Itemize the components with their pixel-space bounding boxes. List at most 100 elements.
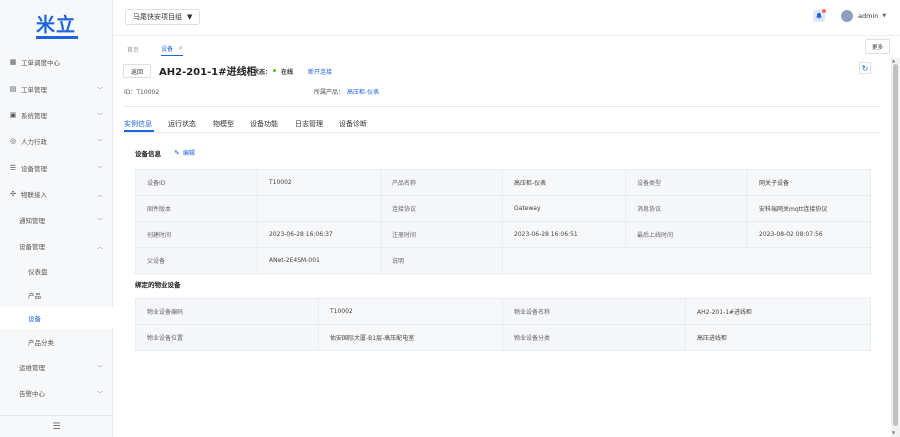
workorder-icon: ▤	[9, 85, 17, 93]
disconnect-link[interactable]: 断开连接	[308, 67, 332, 76]
scroll-up-icon[interactable]: ▲	[892, 58, 895, 63]
logo-text: 米立	[36, 14, 77, 36]
device-id-line: ID：T10002	[124, 89, 160, 96]
sidebar-item-system[interactable]: ▣ 系统管理 ﹀	[0, 104, 113, 126]
scrollbar-thumb[interactable]	[893, 64, 898, 426]
sidebar-item-ops[interactable]: 运维管理 ﹀	[0, 356, 113, 378]
dispatch-icon: ▦	[9, 58, 17, 66]
tab-home[interactable]: 首页	[127, 42, 139, 56]
page-tabs: 首页 设备 × 更多	[113, 36, 900, 58]
sidebar-item-label: 系统管理	[21, 112, 47, 120]
caret-down-icon: ▼	[187, 13, 193, 21]
user-menu[interactable]: admin ▼	[841, 10, 886, 22]
close-icon[interactable]: ×	[178, 45, 183, 52]
bound-devices-title: 绑定的物业设备	[135, 281, 181, 289]
sidebar-item-product-category[interactable]: 产品分类	[0, 331, 113, 353]
table-cell: Gateway	[502, 195, 626, 222]
notification-bell-icon[interactable]	[813, 9, 826, 22]
chevron-down-icon: ﹀	[96, 390, 103, 398]
sidebar-item-device[interactable]: 设备	[0, 307, 113, 329]
sidebar-item-device-mgmt[interactable]: ☰ 设备管理 ﹀	[0, 157, 113, 179]
table-cell: AH2-201-1#进线柜	[685, 298, 871, 325]
system-icon: ▣	[9, 111, 17, 119]
table-row: 固件版本 连接协议 Gateway 消息协议 安科瑞网关mqtt连接协议	[135, 195, 871, 222]
sidebar-item-label: 设备管理	[21, 165, 47, 173]
people-icon: ◎	[9, 137, 17, 145]
collapse-menu-icon[interactable]: ☰	[0, 415, 113, 437]
table-cell: ANet-2E4SM-001	[257, 247, 381, 274]
sidebar-item-notify[interactable]: 通知管理 ﹀	[0, 209, 113, 231]
tab-device-functions[interactable]: 设备功能	[250, 119, 278, 129]
table-cell	[502, 247, 871, 274]
edit-icon: ✎	[174, 148, 180, 157]
tab-running-status[interactable]: 运行状态	[168, 119, 196, 129]
table-cell: 最后上线时间	[625, 221, 748, 248]
tab-device[interactable]: 设备 ×	[161, 42, 184, 56]
logo-underline	[36, 36, 78, 39]
device-title: AH2-201-1#进线柜	[159, 67, 257, 78]
sidebar-item-label: 通知管理	[19, 217, 45, 225]
table-cell: 物业设备编码	[135, 298, 319, 325]
sidebar-item-product[interactable]: 产品	[0, 284, 113, 306]
chevron-down-icon: ﹀	[96, 165, 103, 173]
sidebar-item-iot[interactable]: ✣ 物联接入 ︿	[0, 183, 113, 205]
sidebar-item-label: 设备	[28, 315, 41, 323]
sidebar-item-workorder[interactable]: ▤ 工单管理 ﹀	[0, 78, 113, 100]
table-cell: 设备类型	[625, 169, 748, 196]
device-info-table: 设备ID T10002 产品名称 高压柜-仪表 设备类型 网关子设备 固件版本 …	[135, 169, 871, 274]
bound-devices-table: 物业设备编码 T10002 物业设备名称 AH2-201-1#进线柜 物业设备位…	[135, 298, 871, 351]
edit-label: 编辑	[182, 150, 195, 157]
divider	[124, 132, 880, 133]
device-icon: ☰	[9, 164, 17, 172]
table-cell: 父设备	[135, 247, 258, 274]
avatar	[841, 10, 853, 22]
table-cell	[257, 195, 381, 222]
table-cell: 网关子设备	[747, 169, 871, 196]
back-button[interactable]: 返回	[123, 64, 151, 78]
table-row: 设备ID T10002 产品名称 高压柜-仪表 设备类型 网关子设备	[135, 169, 871, 196]
iot-icon: ✣	[10, 190, 16, 198]
table-cell: 2023-08-02 08:07:56	[747, 221, 871, 248]
table-cell: 消息协议	[625, 195, 748, 222]
tab-device-diagnosis[interactable]: 设备诊断	[339, 119, 367, 129]
chevron-down-icon: ﹀	[96, 364, 103, 372]
project-select-label: 马尾快安项目组	[133, 13, 182, 21]
edit-button[interactable]: ✎ 编辑	[174, 148, 195, 158]
chevron-down-icon: ﹀	[96, 86, 103, 94]
more-tabs-button[interactable]: 更多	[865, 39, 891, 54]
tab-thing-model[interactable]: 物模型	[213, 119, 234, 129]
sidebar-item-label: 产品	[28, 292, 41, 300]
back-label: 返回	[130, 68, 143, 76]
sidebar-item-hr[interactable]: ◎ 人力行政 ﹀	[0, 130, 113, 152]
refresh-icon[interactable]: ↻	[859, 62, 871, 74]
tab-log-management[interactable]: 日志管理	[295, 119, 323, 129]
sidebar-item-label: 产品分类	[28, 339, 54, 347]
sidebar-item-label: 告警中心	[19, 390, 45, 398]
table-row: 父设备 ANet-2E4SM-001 说明	[135, 247, 871, 274]
brand-logo[interactable]: 米立	[36, 14, 78, 40]
chevron-up-icon: ︿	[96, 191, 103, 199]
device-detail-panel: 返回 AH2-201-1#进线柜 状态： 在线 断开连接 ↻ ID：T10002…	[113, 58, 891, 437]
table-cell: T10002	[257, 169, 381, 196]
table-cell: 佑安国际大厦-B1层-高压配电室	[318, 324, 503, 351]
table-cell: 物业设备分类	[502, 324, 686, 351]
chevron-down-icon: ﹀	[96, 217, 103, 225]
sidebar-item-dashboard[interactable]: 仪表盘	[0, 260, 113, 282]
tab-label: 首页	[127, 46, 140, 54]
table-cell: 创建时间	[135, 221, 258, 248]
sidebar-item-label: 仪表盘	[28, 268, 48, 276]
table-cell: 高压进线柜	[685, 324, 871, 351]
product-link[interactable]: 高压柜-仪表	[347, 87, 379, 96]
project-select[interactable]: 马尾快安项目组 ▼	[125, 9, 201, 25]
scroll-down-icon[interactable]: ▼	[892, 430, 895, 435]
table-row: 物业设备位置 佑安国际大厦-B1层-高压配电室 物业设备分类 高压进线柜	[135, 324, 871, 351]
table-cell: T10002	[318, 298, 503, 325]
table-cell: 产品名称	[380, 169, 503, 196]
sidebar-item-iot-device-mgmt[interactable]: 设备管理 ︿	[0, 235, 113, 257]
tab-label: 设备	[161, 46, 174, 53]
online-status-dot	[273, 69, 276, 72]
sidebar-item-dispatch-center[interactable]: ▦ 工单调度中心	[0, 51, 113, 73]
sidebar-item-alarm[interactable]: 告警中心 ﹀	[0, 382, 113, 404]
tab-instance-info[interactable]: 实例信息	[124, 119, 152, 129]
table-cell: 2023-06-28 16:06:51	[502, 221, 626, 248]
